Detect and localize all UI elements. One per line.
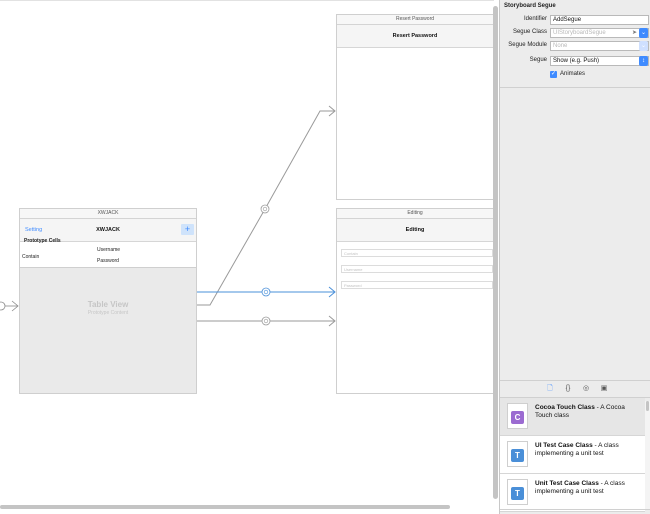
segue-module-row: Segue Module None ⌄ — [500, 41, 650, 52]
library-item[interactable]: C Cocoa Touch Class - A Cocoa Touch clas… — [500, 398, 645, 436]
table-view[interactable]: Table View Prototype Content — [20, 267, 196, 393]
nav-title: Editing — [405, 227, 425, 233]
cocoa-touch-class-icon: C — [507, 403, 528, 429]
username-field[interactable]: Username — [341, 265, 493, 273]
segue-class-label: Segue Class — [512, 29, 547, 35]
ui-test-case-class-icon: T — [507, 441, 528, 467]
class-letter: T — [511, 449, 524, 462]
scene-title: Resert Password — [337, 15, 493, 25]
segue-module-label: Segue Module — [508, 42, 547, 48]
storyboard-canvas[interactable]: Resert Password Resert Password Editing … — [0, 0, 494, 514]
file-icon[interactable]: 🗋 — [544, 384, 556, 394]
add-bar-button[interactable]: + — [181, 224, 194, 235]
segue-kind-row: Segue Show (e.g. Push) ↕ — [500, 56, 650, 67]
animates-label: Animates — [560, 71, 586, 77]
xwjack-scene[interactable]: XWJACK Setting XWJACK + Prototype Cells … — [19, 208, 197, 394]
library-item-text: UI Test Case Class - A class implementin… — [535, 442, 619, 457]
library-scrollbar[interactable] — [645, 401, 650, 509]
prototype-cells-header: Prototype Cells — [24, 238, 61, 244]
table-view-subtitle: Prototype Content — [87, 310, 129, 316]
horizontal-scrollbar[interactable] — [0, 505, 450, 509]
cell-username-label: Username — [97, 247, 121, 253]
reset-password-scene[interactable]: Resert Password Resert Password — [336, 14, 494, 200]
segue-module-combo[interactable]: None ⌄ — [550, 41, 649, 51]
braces-icon[interactable]: {} — [562, 384, 574, 394]
identifier-row: Identifier AddSegue — [500, 15, 650, 26]
goto-arrow-icon[interactable]: ➤ — [632, 29, 637, 37]
navigation-bar: Resert Password — [337, 25, 493, 48]
nav-title: XWJACK — [96, 227, 120, 233]
segue-module-placeholder: None — [553, 43, 568, 49]
segue-class-combo[interactable]: UIStoryboardSegue ➤ ⌄ — [550, 28, 649, 38]
inspector-title: Storyboard Segue — [504, 3, 556, 9]
segue-add-selected[interactable] — [197, 286, 336, 298]
filter-bar-divider — [500, 509, 650, 510]
library-item[interactable]: T UI Test Case Class - A class implement… — [500, 436, 645, 474]
scene-title: Editing — [337, 209, 493, 219]
segue-to-reset-password[interactable] — [197, 105, 336, 306]
cell-password-label: Password — [97, 258, 119, 264]
table-view-title: Table View — [87, 300, 129, 309]
animates-checkbox[interactable]: ✓ — [550, 71, 557, 78]
entry-arrow — [0, 300, 19, 312]
identifier-label: Identifier — [523, 16, 547, 22]
library-item-text: Cocoa Touch Class - A Cocoa Touch class — [535, 404, 625, 419]
editing-scene[interactable]: Editing Editing Contain Username Passwor… — [336, 208, 494, 394]
segue-class-placeholder: UIStoryboardSegue — [553, 30, 606, 36]
animates-row: ✓ Animates — [500, 70, 650, 81]
nav-title: Resert Password — [392, 33, 438, 39]
vertical-scrollbar[interactable] — [493, 6, 498, 499]
cell-contain-label: Contain — [22, 254, 40, 260]
library-item-name: Cocoa Touch Class — [535, 404, 595, 411]
unit-test-case-class-icon: T — [507, 479, 528, 505]
contain-field[interactable]: Contain — [341, 249, 493, 257]
library-item[interactable]: T Unit Test Case Class - A class impleme… — [500, 474, 645, 512]
up-down-chevron-icon[interactable]: ↕ — [639, 56, 648, 66]
segue-kind-value: Show (e.g. Push) — [553, 58, 600, 64]
library-item-text: Unit Test Case Class - A class implement… — [535, 480, 625, 495]
chevron-down-icon[interactable]: ⌄ — [639, 41, 648, 51]
identifier-input[interactable]: AddSegue — [550, 15, 649, 25]
chevron-down-icon[interactable]: ⌄ — [639, 28, 648, 38]
inspector-divider — [500, 87, 650, 88]
segue-kind-popup[interactable]: Show (e.g. Push) ↕ — [550, 56, 649, 66]
navigation-bar: Editing — [337, 219, 493, 242]
object-icon[interactable]: ◎ — [580, 384, 592, 394]
library-item-name: Unit Test Case Class — [535, 480, 599, 487]
library-item-name: UI Test Case Class — [535, 442, 593, 449]
library-scroll-thumb[interactable] — [646, 401, 649, 411]
segue-label: Segue — [529, 57, 547, 63]
library-tabs: 🗋 {} ◎ ▣ — [500, 381, 650, 397]
segue-to-editing[interactable] — [197, 315, 336, 327]
class-letter: T — [511, 487, 524, 500]
media-icon[interactable]: ▣ — [598, 384, 610, 394]
class-letter: C — [511, 411, 524, 424]
attributes-inspector: Storyboard Segue Identifier AddSegue Seg… — [499, 0, 650, 514]
segue-class-row: Segue Class UIStoryboardSegue ➤ ⌄ — [500, 28, 650, 39]
password-field[interactable]: Password — [341, 281, 493, 289]
scene-title: XWJACK — [20, 209, 196, 219]
